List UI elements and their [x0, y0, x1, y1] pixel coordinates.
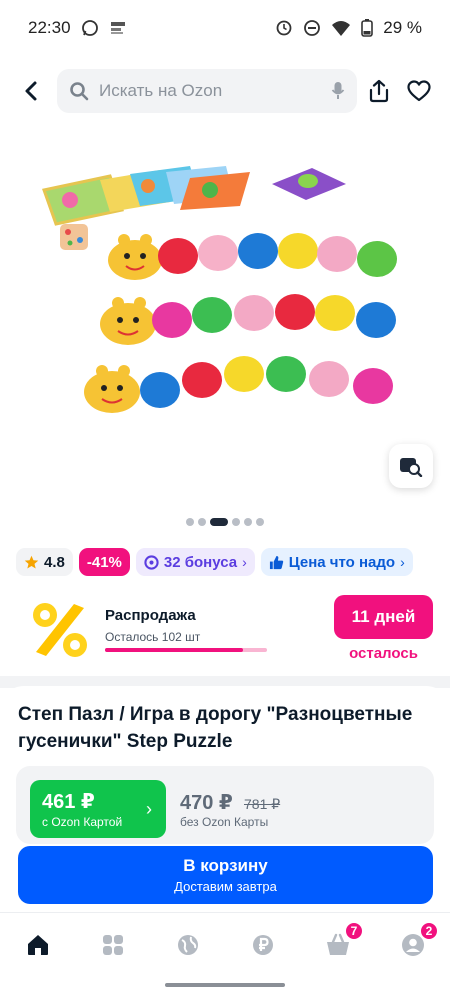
thumbs-up-icon [269, 555, 283, 569]
gallery-dot[interactable] [198, 518, 206, 526]
battery-icon [361, 19, 374, 37]
product-image[interactable] [30, 150, 420, 430]
share-button[interactable] [364, 76, 394, 106]
add-to-cart-label: В корзину [183, 856, 268, 875]
puzzle-cards [42, 166, 346, 226]
nav-catalog[interactable] [99, 931, 127, 959]
product-title: Степ Пазл / Игра в дорогу "Разноцветные … [18, 704, 413, 752]
ruble-icon [253, 935, 273, 955]
dice [60, 224, 88, 250]
product-chips: 4.8 -41% 32 бонуса › Цена что надо › [16, 548, 413, 576]
profile-count-badge: 2 [419, 921, 439, 941]
image-search-icon [400, 458, 423, 477]
home-indicator [165, 983, 285, 987]
caterpillar-1 [108, 233, 397, 280]
chevron-right-icon: › [400, 554, 405, 570]
share-icon [369, 79, 389, 103]
whatsapp-icon [81, 19, 99, 37]
app-notification-icon [109, 19, 127, 37]
sale-title: Распродажа [105, 607, 196, 624]
image-search-button[interactable] [389, 444, 433, 488]
nav-cart[interactable]: 7 [324, 921, 364, 959]
gallery-dot[interactable] [256, 518, 264, 526]
discount-chip: -41% [78, 548, 130, 576]
microphone-icon[interactable] [331, 81, 345, 101]
bonus-chip[interactable]: 32 бонуса › [135, 548, 255, 576]
stock-progress-fill [105, 648, 243, 652]
nav-fresh[interactable] [174, 931, 202, 959]
gallery-pagination [0, 518, 450, 526]
stock-remaining: Осталось 102 шт [105, 630, 201, 644]
delivery-label: Доставим завтра [174, 879, 277, 894]
bonus-label: 32 бонуса [163, 553, 238, 571]
heart-icon [407, 80, 431, 102]
search-icon [70, 82, 89, 101]
top-bar: Искать на Ozon [0, 68, 450, 114]
ozon-card-price-button[interactable]: 461 ₽ с Ozon Картой › [30, 780, 166, 838]
wifi-icon [331, 19, 351, 37]
status-bar: 22:30 29 % [0, 0, 450, 56]
ozon-card-label: с Ozon Картой [42, 815, 123, 829]
catalog-icon [103, 935, 123, 955]
gallery-dot-active[interactable] [210, 518, 228, 526]
caterpillar-3 [84, 356, 393, 413]
ozon-card-price: 461 ₽ [42, 791, 95, 813]
search-input[interactable]: Искать на Ozon [57, 69, 357, 113]
chevron-right-icon: › [146, 799, 152, 819]
regular-price-label: без Ozon Карты [180, 815, 269, 829]
status-time: 22:30 [28, 18, 71, 37]
star-icon [24, 555, 39, 568]
gallery-dot[interactable] [186, 518, 194, 526]
globe-icon [178, 935, 198, 955]
regular-price: 470 ₽ [180, 792, 233, 814]
cart-count-badge: 7 [344, 921, 364, 941]
chevron-left-icon [25, 81, 37, 101]
sale-banner[interactable]: Распродажа Осталось 102 шт 11 дней остал… [0, 578, 450, 678]
nav-finance[interactable] [249, 931, 277, 959]
stock-progress-bar [105, 648, 267, 652]
chevron-right-icon: › [242, 554, 247, 570]
add-to-cart-button[interactable]: В корзину Доставим завтра [18, 846, 433, 904]
nav-home[interactable] [24, 931, 52, 959]
battery-level: 29 % [383, 18, 422, 37]
favorite-button[interactable] [404, 76, 434, 106]
bottom-navigation: 7 2 [0, 912, 450, 978]
alarm-icon [275, 19, 293, 37]
price-promo-chip[interactable]: Цена что надо › [260, 548, 413, 576]
rating-chip[interactable]: 4.8 [16, 548, 73, 576]
days-left-badge: 11 дней [334, 595, 433, 639]
caterpillar-2 [100, 294, 396, 345]
gallery-dot[interactable] [244, 518, 252, 526]
price-block: 461 ₽ с Ozon Картой › 470 ₽ 781 ₽ без Oz… [16, 766, 434, 844]
price-promo-label: Цена что надо [288, 553, 396, 571]
home-icon [28, 935, 48, 955]
gallery-dot[interactable] [232, 518, 240, 526]
search-placeholder: Искать на Ozon [99, 81, 223, 100]
bonus-icon [144, 554, 159, 570]
rating-value: 4.8 [44, 553, 65, 571]
old-price: 781 ₽ [244, 796, 281, 812]
nav-profile[interactable]: 2 [399, 921, 439, 959]
percent-icon [28, 598, 92, 662]
dnd-icon [303, 19, 321, 37]
back-button[interactable] [16, 76, 46, 106]
discount-value: -41% [86, 553, 122, 571]
days-left-label: осталось [349, 645, 418, 662]
